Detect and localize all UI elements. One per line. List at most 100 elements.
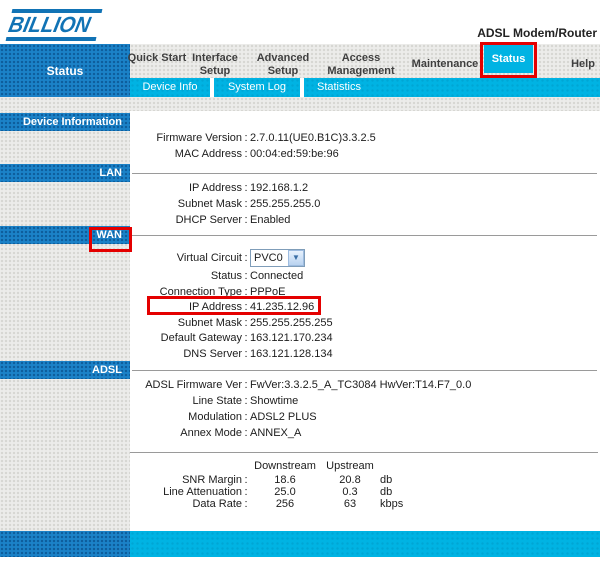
row-colon: : (244, 132, 248, 144)
stats-header-spacer (242, 460, 250, 472)
row-colon: : (244, 411, 248, 423)
stats-upstream-value: 20.8 (339, 474, 361, 486)
billion-logo: BILLION (5, 9, 103, 41)
row-value: 2.7.0.11(UE0.B1C)3.3.2.5 (250, 132, 376, 144)
stats-unit: kbps (380, 498, 404, 510)
row-label: MAC Address (174, 148, 242, 160)
row-value: 163.121.128.134 (250, 347, 333, 360)
row-colon: : (244, 148, 248, 160)
annotation-box-status-tab (480, 42, 537, 78)
row-value: ADSL2 PLUS (250, 411, 317, 423)
row-value: ANNEX_A (250, 427, 302, 439)
subnav-tab-system-log[interactable]: System Log (214, 78, 300, 97)
row-label: Subnet Mask (177, 316, 242, 329)
wan-section: Status : Connected Connection Type : PPP… (130, 269, 600, 362)
row-colon: : (244, 379, 248, 391)
row-value: Enabled (250, 214, 291, 226)
stats-header-spacer (130, 460, 242, 472)
row-lan-subnet-mask: Subnet Mask : 255.255.255.0 (130, 196, 600, 212)
logo-bottom-bar (5, 37, 97, 41)
device-information-section: Firmware Version : 2.7.0.11(UE0.B1C)3.3.… (130, 130, 600, 162)
nav-item-help[interactable]: Help (565, 58, 600, 71)
row-colon: : (244, 182, 248, 194)
row-label: Annex Mode (180, 427, 242, 439)
stats-row-label: Line Attenuation (163, 486, 242, 498)
chevron-down-icon: ▼ (288, 250, 304, 266)
row-colon: : (244, 198, 248, 210)
stats-unit: db (380, 474, 393, 486)
subnav-tab-statistics[interactable]: Statistics (304, 78, 374, 97)
row-value: Showtime (250, 395, 299, 407)
header-divider-band (0, 97, 600, 111)
stats-downstream-value: 256 (275, 498, 295, 510)
row-label: Virtual Circuit (176, 252, 242, 264)
adsl-stats-table: Downstream Upstream SNR Margin : 18.6 20… (130, 460, 600, 510)
divider (130, 452, 598, 453)
lan-section: IP Address : 192.168.1.2 Subnet Mask : 2… (130, 180, 600, 228)
stats-row-line-attenuation: Line Attenuation : 25.0 0.3 db (130, 486, 600, 498)
row-wan-status: Status : Connected (130, 269, 600, 285)
row-label: Modulation (188, 411, 242, 423)
row-annex-mode: Annex Mode : ANNEX_A (130, 425, 600, 441)
logo-text: BILLION (6, 12, 93, 37)
row-label: Firmware Version (156, 132, 242, 144)
stats-column-upstream: Upstream (326, 460, 374, 472)
row-dns-server: DNS Server : 163.121.128.134 (130, 347, 600, 363)
row-adsl-firmware: ADSL Firmware Ver : FwVer:3.3.2.5_A_TC30… (130, 377, 600, 393)
section-header-adsl: ADSL (0, 361, 130, 379)
row-value: 192.168.1.2 (250, 182, 309, 194)
row-wan-subnet-mask: Subnet Mask : 255.255.255.255 (130, 316, 600, 332)
product-name: ADSL Modem/Router (477, 26, 597, 40)
row-colon: : (244, 214, 248, 226)
subnav-tab-device-info[interactable]: Device Info (130, 78, 210, 97)
row-virtual-circuit: Virtual Circuit : PVC0 ▼ (130, 248, 600, 268)
row-value: FwVer:3.3.2.5_A_TC3084 HwVer:T14.F7_0.0 (250, 379, 472, 391)
nav-item-quick-start[interactable]: Quick Start (127, 52, 187, 65)
nav-item-maintenance[interactable]: Maintenance (400, 58, 490, 71)
nav-item-interface-setup[interactable]: Interface Setup (185, 52, 245, 78)
stats-header-row: Downstream Upstream (130, 460, 600, 472)
row-label: Default Gateway (160, 332, 242, 344)
row-value: 255.255.255.0 (250, 198, 321, 210)
adsl-section: ADSL Firmware Ver : FwVer:3.3.2.5_A_TC30… (130, 377, 600, 441)
section-header-lan: LAN (0, 164, 130, 182)
row-label: Status (210, 270, 242, 282)
virtual-circuit-selected-value: PVC0 (254, 252, 283, 264)
row-label: DNS Server (183, 347, 242, 360)
row-label: Subnet Mask (177, 198, 242, 210)
row-value: 163.121.170.234 (250, 332, 333, 344)
row-colon: : (244, 332, 248, 344)
stats-upstream-value: 0.3 (342, 486, 358, 498)
row-mac-address: MAC Address : 00:04:ed:59:be:96 (130, 146, 600, 162)
row-colon: : (244, 347, 248, 360)
row-default-gateway: Default Gateway : 163.121.170.234 (130, 331, 600, 347)
row-colon: : (244, 486, 248, 498)
stats-row-label: SNR Margin (182, 474, 242, 486)
annotation-box-wan-section (89, 227, 132, 252)
stats-header-spacer (380, 460, 424, 472)
row-colon: : (244, 270, 248, 282)
row-dhcp-server: DHCP Server : Enabled (130, 212, 600, 228)
stats-column-downstream: Downstream (254, 460, 316, 472)
row-value: 00:04:ed:59:be:96 (250, 148, 339, 160)
annotation-box-wan-ip (147, 296, 321, 315)
divider (132, 370, 597, 371)
stats-row-data-rate: Data Rate : 256 63 kbps (130, 498, 600, 510)
row-colon: : (244, 427, 248, 439)
stats-unit: db (380, 486, 393, 498)
nav-item-access-management[interactable]: Access Management (319, 52, 403, 78)
footer-bar-right (130, 531, 600, 557)
row-line-state: Line State : Showtime (130, 393, 600, 409)
section-header-device-information: Device Information (0, 113, 130, 131)
nav-item-advanced-setup[interactable]: Advanced Setup (251, 52, 315, 78)
stats-row-snr-margin: SNR Margin : 18.6 20.8 db (130, 474, 600, 486)
virtual-circuit-select[interactable]: PVC0 ▼ (250, 249, 305, 267)
stats-upstream-value: 63 (343, 498, 357, 510)
router-admin-page: BILLION ADSL Modem/Router Status Quick S… (0, 0, 600, 564)
row-label: IP Address (189, 182, 242, 194)
sub-navigation-bar: Device Info System Log Statistics (130, 78, 600, 97)
row-colon: : (244, 252, 248, 264)
stats-row-label: Data Rate (192, 498, 242, 510)
row-colon: : (244, 498, 248, 510)
row-label: Line State (192, 395, 242, 407)
